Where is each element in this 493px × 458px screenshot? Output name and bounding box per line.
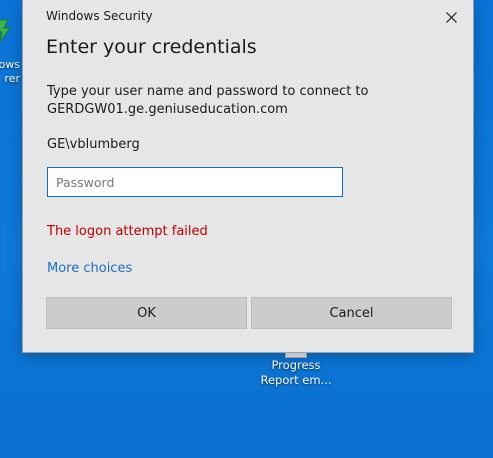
close-button[interactable] (437, 6, 465, 28)
password-input[interactable] (47, 167, 343, 197)
error-message: The logon attempt failed (47, 224, 208, 239)
credentials-dialog: Windows Security Enter your credentials … (22, 0, 474, 353)
server-name: GERDGW01.ge.geniuseducation.com (47, 102, 288, 117)
close-icon (445, 11, 457, 23)
more-choices-link[interactable]: More choices (47, 261, 132, 276)
title-bar[interactable]: Windows Security (23, 0, 473, 32)
username-label: GE\vblumberg (47, 137, 140, 152)
desktop-icon-progress-report[interactable]: Progress Report em... (252, 349, 340, 388)
desktop-icon-label-line1: ows (0, 58, 20, 71)
desktop-icon-label-line2: rer (4, 72, 20, 85)
description-line1: Type your user name and password to conn… (47, 84, 369, 99)
window-title: Windows Security (46, 9, 153, 23)
recycle-icon (0, 18, 12, 44)
dialog-heading: Enter your credentials (46, 36, 257, 58)
desktop: ows rer Progress Report em... Windows Se… (0, 0, 493, 458)
cancel-button[interactable]: Cancel (251, 297, 452, 329)
desktop-icon-label-line1: Progress (271, 358, 321, 372)
dialog-description: Type your user name and password to conn… (47, 83, 457, 119)
ok-button[interactable]: OK (46, 297, 247, 329)
desktop-icon-label-line2: Report em... (260, 373, 332, 387)
